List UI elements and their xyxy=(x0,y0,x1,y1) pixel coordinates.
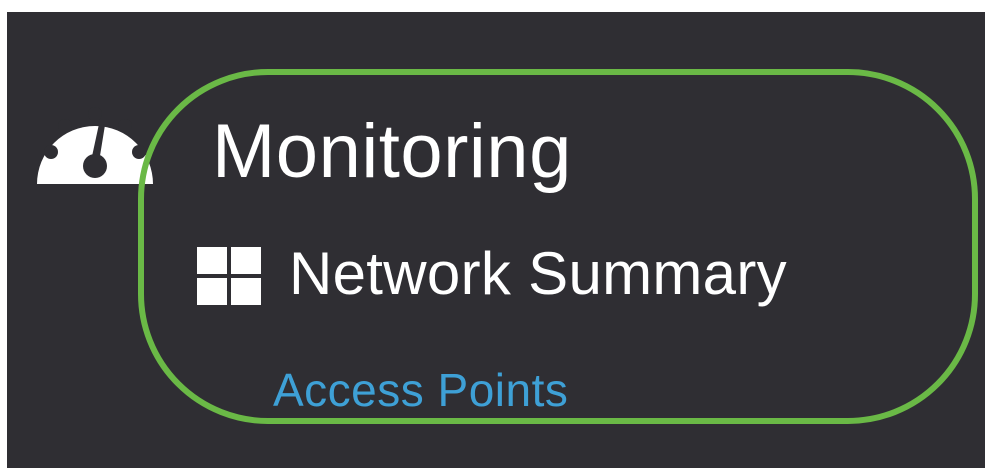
dashboard-gauge-icon xyxy=(37,107,153,184)
monitoring-menu-item[interactable]: Monitoring xyxy=(212,97,572,207)
network-summary-label: Network Summary xyxy=(289,240,787,307)
network-summary-menu-item[interactable]: Network Summary xyxy=(197,234,787,314)
grid-icon xyxy=(197,247,261,305)
access-points-menu-item[interactable]: Access Points xyxy=(273,360,568,420)
monitoring-label: Monitoring xyxy=(212,109,572,194)
access-points-label: Access Points xyxy=(273,364,569,416)
navigation-panel: Monitoring Network Summary Access Points xyxy=(7,12,985,468)
